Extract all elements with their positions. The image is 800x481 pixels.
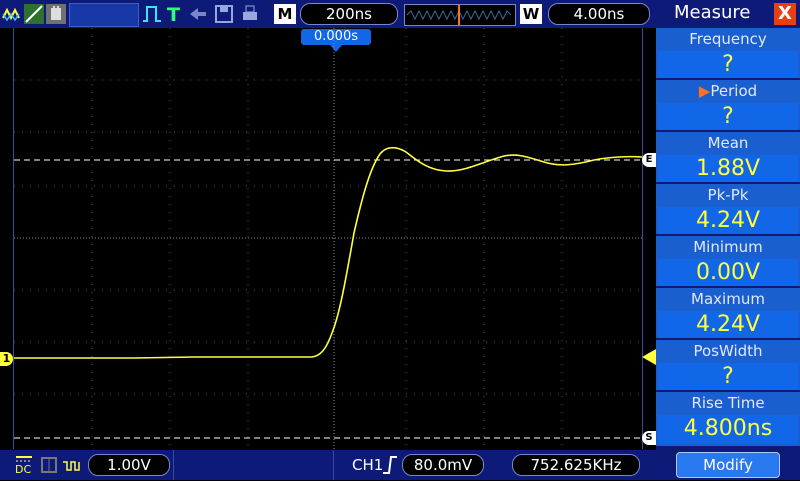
measure-label-pkpk[interactable]: Pk-Pk xyxy=(656,184,800,206)
pulse-trigger-icon[interactable] xyxy=(142,4,162,24)
grid xyxy=(14,28,642,449)
measure-value-poswidth: ? xyxy=(658,363,798,391)
measure-value-maximum: 4.24V xyxy=(658,311,798,339)
close-button[interactable]: X xyxy=(774,3,796,25)
coupling-label: DC xyxy=(15,463,32,476)
print-icon[interactable] xyxy=(240,4,260,24)
upper-cursor-marker[interactable]: E xyxy=(642,153,656,167)
measure-label-poswidth[interactable]: PosWidth xyxy=(656,340,800,362)
rising-edge-icon[interactable] xyxy=(382,454,398,476)
measure-label-period[interactable]: ▶Period xyxy=(656,80,800,102)
screen-right-border xyxy=(642,28,643,449)
measure-label-risetime[interactable]: Rise Time xyxy=(656,392,800,414)
bottom-divider-2 xyxy=(333,450,334,480)
dc-coupling-icon[interactable]: DC xyxy=(14,453,34,477)
timebase-value[interactable]: 200ns xyxy=(300,3,398,25)
ch1-ground-marker[interactable]: 1 xyxy=(0,352,13,366)
arrow-icon[interactable] xyxy=(188,4,208,24)
period-label-text: Period xyxy=(710,82,758,100)
status-panel xyxy=(69,3,139,27)
measure-label-frequency[interactable]: Frequency xyxy=(656,28,800,50)
selected-arrow-icon: ▶ xyxy=(698,82,711,100)
m-label: M xyxy=(274,4,296,24)
save-icon[interactable] xyxy=(214,4,234,24)
measure-label-mean[interactable]: Mean xyxy=(656,132,800,154)
measure-value-risetime: 4.800ns xyxy=(658,415,798,443)
trigger-level-marker[interactable] xyxy=(642,349,656,365)
trigger-level-value[interactable]: 80.0mV xyxy=(402,454,484,476)
svg-text:T: T xyxy=(167,4,180,24)
measure-value-period: ? xyxy=(658,103,798,131)
waveform-icon[interactable] xyxy=(2,4,22,24)
waveform-display[interactable] xyxy=(14,28,643,449)
measure-value-frequency: ? xyxy=(658,51,798,79)
lower-cursor-marker[interactable]: S xyxy=(642,431,656,445)
volts-div-value[interactable]: 1.00V xyxy=(88,454,170,476)
screen-left-border xyxy=(13,28,14,449)
measure-value-mean: 1.88V xyxy=(658,155,798,183)
hand-icon[interactable] xyxy=(46,4,66,24)
trigger-t-icon[interactable]: T xyxy=(164,4,184,26)
window-time-value[interactable]: 4.00ns xyxy=(548,3,650,25)
memory-window-bar[interactable] xyxy=(404,4,516,26)
bottom-toolbar: DC 1.00V CH1 80.0mV 752.625KHz xyxy=(0,450,656,480)
w-label: W xyxy=(520,4,542,24)
bandwidth-icon[interactable] xyxy=(40,456,58,474)
frequency-counter-value: 752.625KHz xyxy=(512,454,640,476)
measure-panel: Measure X Frequency ? ▶Period ? Mean 1.8… xyxy=(656,0,800,480)
measure-value-minimum: 0.00V xyxy=(658,259,798,287)
modify-button[interactable]: Modify xyxy=(676,452,780,478)
measure-label-maximum[interactable]: Maximum xyxy=(656,288,800,310)
top-toolbar: T M 200ns W 4.00ns xyxy=(0,0,656,28)
measure-value-pkpk: 4.24V xyxy=(658,207,798,235)
ch1-trace xyxy=(14,146,643,359)
ramp-icon[interactable] xyxy=(24,4,44,24)
bottom-divider-1 xyxy=(173,450,174,480)
measure-label-minimum[interactable]: Minimum xyxy=(656,236,800,258)
trigger-channel-label: CH1 xyxy=(352,456,384,474)
invert-icon[interactable] xyxy=(62,456,82,474)
measure-header: Measure X xyxy=(656,0,800,28)
measure-title: Measure xyxy=(674,2,751,23)
